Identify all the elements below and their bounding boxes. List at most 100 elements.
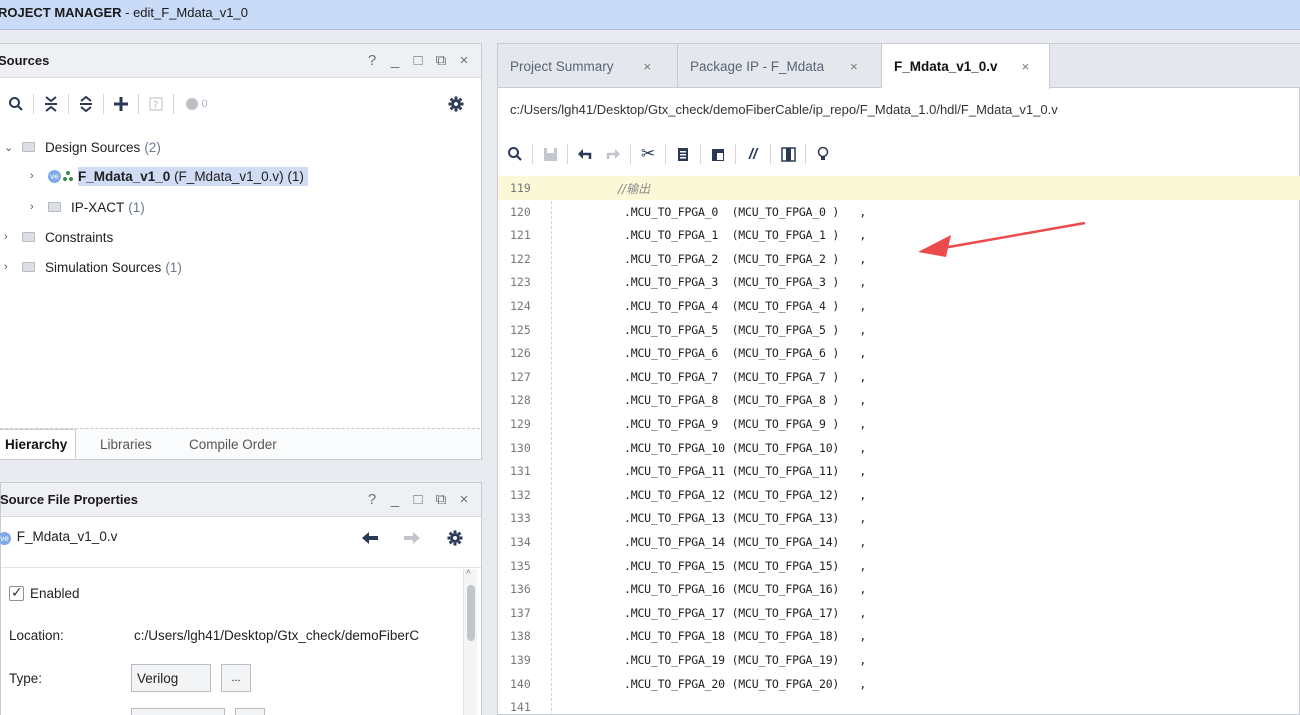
verilog-file-icon: ve bbox=[48, 169, 61, 183]
library-value-box[interactable] bbox=[131, 708, 225, 715]
code-line[interactable]: 136 .MCU_TO_FPGA_16 (MCU_TO_FPGA_16) , bbox=[498, 577, 1300, 601]
code-text: .MCU_TO_FPGA_4 (MCU_TO_FPGA_4 ) , bbox=[624, 299, 867, 313]
tab-hierarchy[interactable]: Hierarchy bbox=[0, 429, 77, 458]
code-text: .MCU_TO_FPGA_18 (MCU_TO_FPGA_18) , bbox=[624, 629, 867, 644]
status-badge[interactable]: 0 bbox=[180, 93, 214, 115]
search-icon[interactable] bbox=[5, 93, 27, 115]
svg-text:?: ? bbox=[153, 100, 158, 111]
back-arrow-icon[interactable] bbox=[361, 531, 379, 548]
code-line[interactable]: 123 .MCU_TO_FPGA_3 (MCU_TO_FPGA_3 ) , bbox=[498, 270, 1300, 294]
close-icon[interactable]: × bbox=[1022, 59, 1030, 74]
maximize-icon[interactable]: □ bbox=[411, 491, 425, 509]
code-text: .MCU_TO_FPGA_6 (MCU_TO_FPGA_6 ) , bbox=[624, 346, 867, 361]
tree-item-design-sources[interactable]: ⌄ Design Sources (2) bbox=[4, 135, 161, 159]
code-line[interactable]: 120 .MCU_TO_FPGA_0 (MCU_TO_FPGA_0 ) , bbox=[498, 200, 1300, 224]
line-number: 120 bbox=[510, 204, 531, 219]
code-text: .MCU_TO_FPGA_11 (MCU_TO_FPGA_11) , bbox=[624, 464, 867, 479]
lightbulb-icon[interactable] bbox=[812, 143, 834, 165]
float-icon[interactable]: ⧉ bbox=[434, 52, 448, 70]
maximize-icon[interactable]: □ bbox=[411, 52, 425, 70]
line-number: 132 bbox=[510, 487, 531, 502]
redo-icon[interactable] bbox=[602, 143, 624, 165]
collapse-all-icon[interactable] bbox=[40, 93, 62, 115]
chevron-right-icon[interactable]: › bbox=[4, 231, 16, 243]
forward-arrow-icon[interactable] bbox=[403, 531, 421, 548]
cut-icon[interactable]: ✂ bbox=[637, 143, 659, 165]
folder-icon bbox=[22, 142, 35, 152]
chevron-right-icon[interactable]: › bbox=[30, 201, 42, 213]
tab-source-file[interactable]: F_Mdata_v1_0.v × bbox=[882, 44, 1050, 89]
code-line[interactable]: 134 .MCU_TO_FPGA_14 (MCU_TO_FPGA_14) , bbox=[498, 530, 1300, 554]
column-select-icon[interactable] bbox=[777, 143, 799, 165]
tree-item-constraints[interactable]: › Constraints bbox=[4, 225, 113, 249]
location-label: Location: bbox=[9, 628, 64, 643]
code-line[interactable]: 130 .MCU_TO_FPGA_10 (MCU_TO_FPGA_10) , bbox=[498, 436, 1300, 460]
tab-compile-order[interactable]: Compile Order bbox=[189, 437, 277, 452]
close-icon[interactable]: × bbox=[457, 491, 471, 509]
check-icon[interactable] bbox=[9, 584, 24, 601]
toggle-comment-icon[interactable]: // bbox=[742, 143, 764, 165]
code-text: .MCU_TO_FPGA_17 (MCU_TO_FPGA_17) , bbox=[624, 605, 867, 620]
type-more-button[interactable]: ... bbox=[221, 664, 251, 692]
close-icon[interactable]: × bbox=[457, 52, 471, 70]
type-value-box[interactable]: Verilog bbox=[131, 664, 211, 692]
minimize-icon[interactable]: _ bbox=[388, 491, 402, 509]
add-sources-icon[interactable] bbox=[110, 93, 132, 115]
close-icon[interactable]: × bbox=[850, 59, 858, 74]
sources-panel-title: Sources bbox=[0, 53, 50, 68]
code-line[interactable]: 129 .MCU_TO_FPGA_9 (MCU_TO_FPGA_9 ) , bbox=[498, 412, 1300, 436]
source-file-properties-panel: Source File Properties ? _ □ ⧉ × ve F_Md… bbox=[0, 482, 482, 715]
search-icon[interactable] bbox=[504, 143, 526, 165]
tab-project-summary[interactable]: Project Summary × bbox=[498, 44, 678, 88]
tab-libraries[interactable]: Libraries bbox=[100, 437, 152, 452]
code-line[interactable]: 128 .MCU_TO_FPGA_8 (MCU_TO_FPGA_8 ) , bbox=[498, 388, 1300, 412]
sources-toolbar: ? 0 bbox=[0, 88, 481, 120]
expand-all-icon[interactable] bbox=[75, 93, 97, 115]
float-icon[interactable]: ⧉ bbox=[434, 491, 448, 509]
code-line[interactable]: 135 .MCU_TO_FPGA_15 (MCU_TO_FPGA_15) , bbox=[498, 554, 1300, 578]
properties-scrollbar[interactable]: ^ bbox=[463, 569, 477, 715]
code-line[interactable]: 122 .MCU_TO_FPGA_2 (MCU_TO_FPGA_2 ) , bbox=[498, 247, 1300, 271]
chevron-down-icon[interactable]: ⌄ bbox=[4, 141, 16, 154]
code-line[interactable]: 124 .MCU_TO_FPGA_4 (MCU_TO_FPGA_4 ) , bbox=[498, 294, 1300, 318]
tab-package-ip[interactable]: Package IP - F_Mdata × bbox=[678, 44, 882, 88]
code-line[interactable]: 127 .MCU_TO_FPGA_7 (MCU_TO_FPGA_7 ) , bbox=[498, 365, 1300, 389]
properties-gear-icon[interactable] bbox=[447, 530, 463, 549]
code-line[interactable]: 126 .MCU_TO_FPGA_6 (MCU_TO_FPGA_6 ) , bbox=[498, 341, 1300, 365]
scrollbar-thumb[interactable] bbox=[467, 585, 475, 641]
code-line[interactable]: 133 .MCU_TO_FPGA_13 (MCU_TO_FPGA_13) , bbox=[498, 506, 1300, 530]
close-icon[interactable]: × bbox=[644, 59, 652, 74]
code-line[interactable]: 125 .MCU_TO_FPGA_5 (MCU_TO_FPGA_5 ) , bbox=[498, 318, 1300, 342]
code-line[interactable]: 140 .MCU_TO_FPGA_20 (MCU_TO_FPGA_20) , bbox=[498, 672, 1300, 696]
code-line[interactable]: 141 bbox=[498, 695, 1300, 715]
code-line[interactable]: 138 .MCU_TO_FPGA_18 (MCU_TO_FPGA_18) , bbox=[498, 624, 1300, 648]
help-icon[interactable]: ? bbox=[365, 52, 379, 70]
undo-icon[interactable] bbox=[574, 143, 596, 165]
code-line[interactable]: 131 .MCU_TO_FPGA_11 (MCU_TO_FPGA_11) , bbox=[498, 459, 1300, 483]
properties-panel-header: Source File Properties ? _ □ ⧉ × bbox=[0, 483, 481, 517]
line-number: 126 bbox=[510, 346, 531, 361]
minimize-icon[interactable]: _ bbox=[388, 52, 402, 70]
tree-item-simulation-sources[interactable]: › Simulation Sources (1) bbox=[4, 255, 182, 279]
help-icon[interactable]: ? bbox=[365, 491, 379, 509]
code-line[interactable]: 121 .MCU_TO_FPGA_1 (MCU_TO_FPGA_1 ) , bbox=[498, 223, 1300, 247]
settings-gear-icon[interactable] bbox=[445, 93, 467, 115]
code-line[interactable]: 119 //输出 bbox=[498, 176, 1300, 200]
unknown-sources-icon[interactable]: ? bbox=[145, 93, 167, 115]
chevron-up-icon[interactable]: ^ bbox=[466, 569, 471, 580]
paste-icon[interactable] bbox=[707, 143, 729, 165]
tree-item-ip-xact[interactable]: › IP-XACT (1) bbox=[30, 195, 145, 219]
enabled-checkbox[interactable]: Enabled bbox=[9, 584, 80, 601]
save-icon[interactable] bbox=[539, 143, 561, 165]
copy-icon[interactable] bbox=[672, 143, 694, 165]
tree-item-top-module[interactable]: › ve F_Mdata_v1_0 (F_Mdata_v1_0.v) (1) bbox=[30, 164, 308, 188]
code-line[interactable]: 132 .MCU_TO_FPGA_12 (MCU_TO_FPGA_12) , bbox=[498, 483, 1300, 507]
code-line[interactable]: 139 .MCU_TO_FPGA_19 (MCU_TO_FPGA_19) , bbox=[498, 648, 1300, 672]
code-text: .MCU_TO_FPGA_7 (MCU_TO_FPGA_7 ) , bbox=[624, 369, 867, 384]
library-more-button[interactable] bbox=[235, 708, 265, 715]
code-text: .MCU_TO_FPGA_0 (MCU_TO_FPGA_0 ) , bbox=[624, 204, 867, 219]
chevron-right-icon[interactable]: › bbox=[4, 261, 16, 273]
line-number: 133 bbox=[510, 511, 531, 526]
code-line[interactable]: 137 .MCU_TO_FPGA_17 (MCU_TO_FPGA_17) , bbox=[498, 601, 1300, 625]
chevron-right-icon[interactable]: › bbox=[30, 170, 42, 182]
